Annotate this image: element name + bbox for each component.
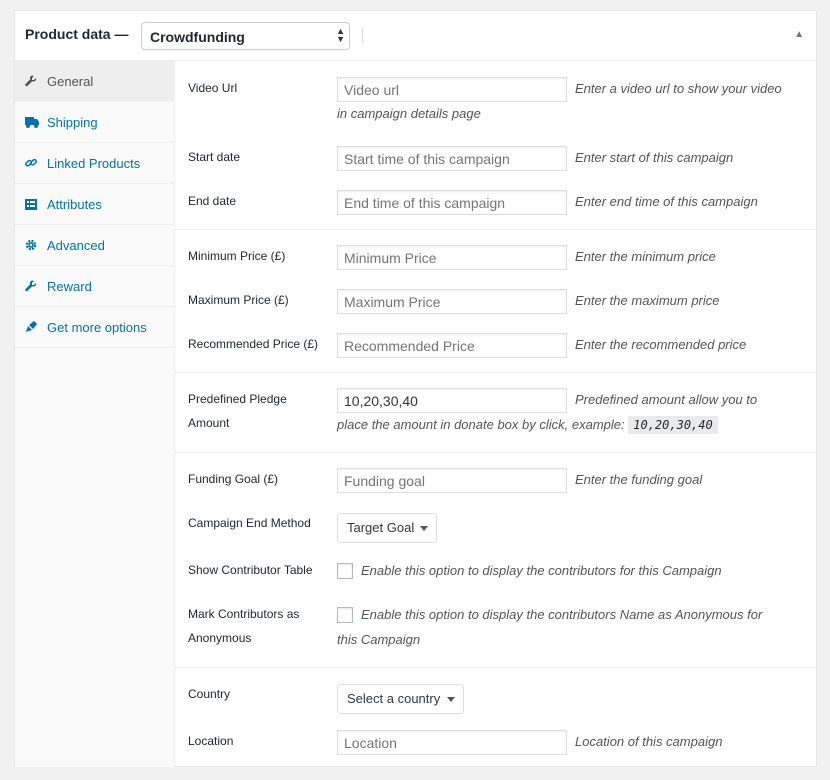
chevron-down-icon xyxy=(447,697,455,702)
extension-icon xyxy=(25,321,47,333)
video-url-input[interactable] xyxy=(337,77,567,102)
tab-label: Advanced xyxy=(47,237,105,253)
min-price-desc: Enter the minimum price xyxy=(575,249,716,264)
product-data-metabox: Product data — Crowdfunding ▲ ▼ ▲ General… xyxy=(14,10,817,767)
section-pledge: Predefined Pledge Amount Predefined amou… xyxy=(175,373,816,453)
end-method-value: Target Goal xyxy=(347,520,415,535)
start-date-label: Start date xyxy=(188,150,241,164)
video-url-label: Video Url xyxy=(188,81,238,95)
goal-label: Funding Goal (£) xyxy=(188,472,279,486)
tab-label: Shipping xyxy=(47,114,98,130)
anonymous-checkbox[interactable] xyxy=(337,607,353,623)
wrench-icon xyxy=(25,75,47,87)
start-date-desc: Enter start of this campaign xyxy=(575,150,734,165)
metabox-title: Product data — xyxy=(25,26,129,42)
tab-label: General xyxy=(47,73,94,89)
chevron-down-icon xyxy=(420,526,428,531)
pledge-desc-text: place the amount in donate box by click,… xyxy=(337,417,625,432)
pledge-amount-input[interactable] xyxy=(337,388,567,413)
metabox-header: Product data — Crowdfunding ▲ ▼ ▲ xyxy=(15,11,816,61)
pledge-label-2: Amount xyxy=(188,416,230,430)
funding-goal-input[interactable] xyxy=(337,468,567,493)
pledge-example-code: 10,20,30,40 xyxy=(628,416,718,434)
pledge-label: Predefined Pledge xyxy=(188,392,287,406)
select-arrows-icon: ▲ ▼ xyxy=(336,26,345,44)
tab-label: Get more options xyxy=(47,319,147,335)
tab-advanced[interactable]: Advanced xyxy=(15,225,174,266)
contributor-table-checkbox[interactable] xyxy=(337,563,353,579)
location-input[interactable] xyxy=(337,730,567,755)
section-campaign-media-dates: Video Url Enter a video url to show your… xyxy=(175,61,816,230)
anonymous-desc: Enable this option to display the contri… xyxy=(361,607,763,622)
max-price-input[interactable] xyxy=(337,289,567,314)
anonymous-label: Mark Contributors as xyxy=(188,607,300,621)
country-select[interactable]: Select a country xyxy=(337,684,464,714)
product-data-tabs: General Shipping Linked Products Attribu… xyxy=(15,61,175,767)
pledge-desc: Predefined amount allow you to xyxy=(575,392,758,407)
pledge-desc-2: place the amount in donate box by click,… xyxy=(337,413,718,437)
link-icon xyxy=(25,157,47,169)
collapse-arrow-icon[interactable]: ▲ xyxy=(794,29,804,40)
rec-price-input[interactable] xyxy=(337,333,567,358)
video-url-desc-2: in campaign details page xyxy=(337,106,481,121)
contributor-table-desc: Enable this option to display the contri… xyxy=(361,563,722,578)
product-type-select[interactable]: Crowdfunding ▲ ▼ xyxy=(141,22,350,50)
contributor-table-label: Show Contributor Table xyxy=(188,563,313,577)
section-goal-options: Funding Goal (£) Enter the funding goal … xyxy=(175,453,816,668)
country-value: Select a country xyxy=(347,691,441,706)
location-label: Location xyxy=(188,734,234,748)
tab-linked-products[interactable]: Linked Products xyxy=(15,143,174,184)
rec-price-label: Recommended Price (£) xyxy=(188,337,319,351)
country-label: Country xyxy=(188,687,231,701)
list-icon xyxy=(25,198,47,210)
end-date-label: End date xyxy=(188,194,237,208)
min-price-input[interactable] xyxy=(337,245,567,270)
header-divider xyxy=(362,27,363,43)
general-panel: Video Url Enter a video url to show your… xyxy=(175,61,816,766)
min-price-label: Minimum Price (£) xyxy=(188,249,286,263)
end-method-label: Campaign End Method xyxy=(188,516,311,530)
tab-general[interactable]: General xyxy=(15,61,174,102)
anonymous-desc-2: this Campaign xyxy=(337,632,421,647)
tab-attributes[interactable]: Attributes xyxy=(15,184,174,225)
tab-label: Linked Products xyxy=(47,155,141,171)
max-price-label: Maximum Price (£) xyxy=(188,293,289,307)
end-method-select[interactable]: Target Goal xyxy=(337,513,437,543)
gear-icon xyxy=(25,239,47,251)
truck-icon xyxy=(25,116,47,128)
section-location: Country Select a country Location Locati… xyxy=(175,668,816,766)
start-date-input[interactable] xyxy=(337,146,567,171)
tab-label: Reward xyxy=(47,278,92,294)
tab-shipping[interactable]: Shipping xyxy=(15,102,174,143)
video-url-desc: Enter a video url to show your video xyxy=(575,81,782,96)
product-type-value: Crowdfunding xyxy=(150,29,245,45)
wrench-icon xyxy=(25,280,47,292)
tab-get-more-options[interactable]: Get more options xyxy=(15,307,174,348)
location-desc: Location of this campaign xyxy=(575,734,723,749)
rec-price-desc: Enter the recommended price xyxy=(575,337,747,352)
tab-label: Attributes xyxy=(47,196,102,212)
end-date-desc: Enter end time of this campaign xyxy=(575,194,758,209)
section-prices: Minimum Price (£) Enter the minimum pric… xyxy=(175,230,816,373)
anonymous-label-2: Anonymous xyxy=(188,631,252,645)
tab-reward[interactable]: Reward xyxy=(15,266,174,307)
goal-desc: Enter the funding goal xyxy=(575,472,703,487)
max-price-desc: Enter the maximum price xyxy=(575,293,720,308)
end-date-input[interactable] xyxy=(337,190,567,215)
